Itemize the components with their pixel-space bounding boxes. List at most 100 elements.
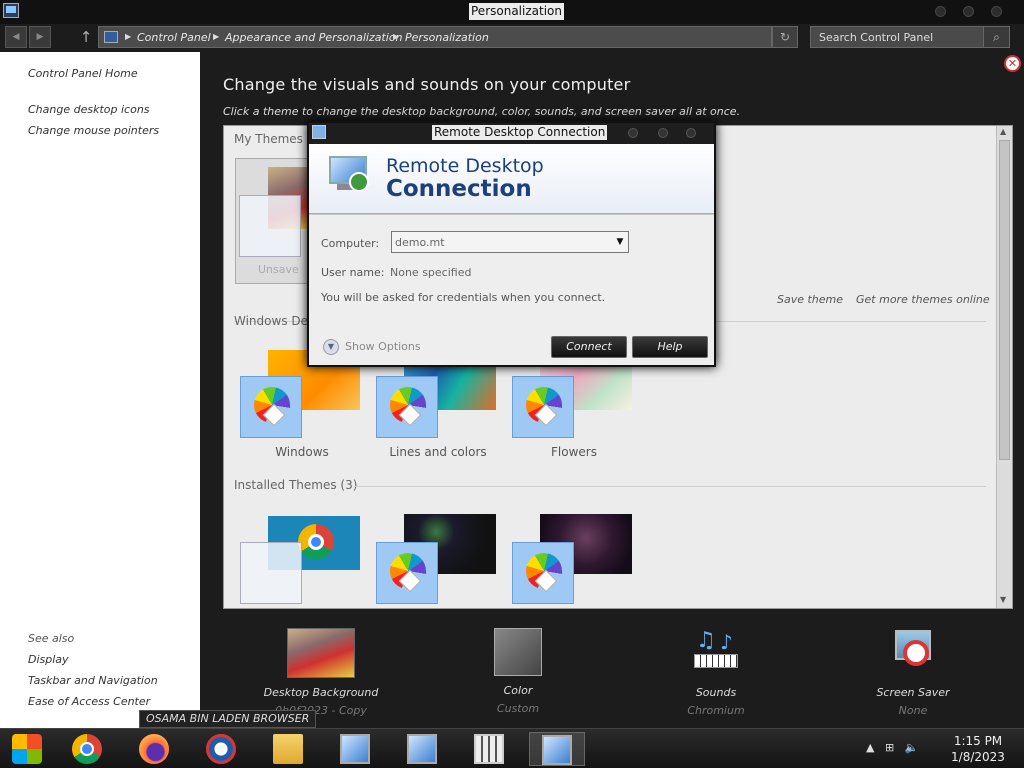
window-title: Personalization	[469, 3, 564, 20]
remote-desktop-active-icon	[542, 735, 572, 765]
chevron-down-icon[interactable]: ▼	[323, 339, 339, 355]
address-bar[interactable]: ▶ Control Panel ▶ Appearance and Persona…	[98, 26, 772, 48]
scroll-down-icon[interactable]: ▼	[1000, 595, 1006, 604]
scroll-up-icon[interactable]: ▲	[1000, 127, 1006, 136]
dialog-minimize-button[interactable]	[628, 128, 638, 138]
start-button[interactable]	[0, 732, 56, 766]
change-mouse-pointers-link[interactable]: Change mouse pointers	[28, 124, 159, 137]
theme-label: Windows	[275, 445, 329, 459]
volume-icon[interactable]: 🔈	[905, 741, 919, 754]
network-icon[interactable]: ⊞	[885, 741, 894, 754]
chrome-taskbar-button[interactable]	[60, 732, 116, 766]
desktop-background-tool[interactable]: Desktop Background 0b0f2023 - Copy	[251, 628, 391, 717]
color-fan-icon	[390, 387, 426, 423]
theme-label: Lines and colors	[389, 445, 487, 459]
unsaved-theme-item[interactable]: Unsave	[235, 158, 311, 284]
breadcrumb-personalization[interactable]: Personalization	[405, 31, 489, 44]
clock-date: 1/8/2023	[951, 750, 1005, 764]
save-theme-link[interactable]: Save theme	[777, 293, 843, 306]
installed-theme-chrome[interactable]	[238, 512, 366, 608]
color-swatch	[494, 628, 542, 676]
custom-browser-taskbar-button[interactable]	[194, 732, 250, 766]
computer-label: Computer:	[321, 237, 380, 250]
chrome-logo-icon	[298, 524, 334, 560]
search-icon[interactable]: ⌕	[983, 27, 1009, 47]
left-navigation: Control Panel Home Change desktop icons …	[0, 52, 200, 728]
maximize-button[interactable]	[963, 6, 974, 17]
taskbar-tooltip: OSAMA BIN LADEN BROWSER	[139, 710, 317, 728]
file-explorer-taskbar-button[interactable]	[261, 732, 317, 766]
chevron-right-icon[interactable]: ▶	[125, 32, 131, 41]
file-explorer-icon	[273, 734, 303, 764]
store-icon	[474, 734, 504, 764]
back-button[interactable]: ◀	[5, 26, 27, 48]
connect-button[interactable]: Connect	[551, 336, 627, 358]
window-titlebar: Personalization	[0, 0, 1024, 24]
taskbar-navigation-link[interactable]: Taskbar and Navigation	[28, 674, 158, 687]
search-placeholder: Search Control Panel	[819, 31, 934, 44]
show-options-toggle[interactable]: ▼ Show Options	[323, 339, 421, 355]
help-button[interactable]: Help	[632, 336, 708, 358]
store-taskbar-button[interactable]	[462, 732, 518, 766]
up-arrow-icon[interactable]: ↑	[78, 26, 94, 48]
dialog-title: Remote Desktop Connection	[432, 125, 608, 140]
forward-button[interactable]: ▶	[29, 26, 51, 48]
dialog-titlebar[interactable]: Remote Desktop Connection	[309, 123, 714, 144]
remote-desktop-icon	[312, 125, 326, 139]
remote-desktop-icon	[340, 734, 370, 764]
refresh-button[interactable]: ↻	[772, 26, 798, 48]
remote-desktop-icon	[407, 734, 437, 764]
theme-color-tile	[240, 376, 302, 438]
close-button[interactable]	[991, 6, 1002, 17]
chevron-right-icon[interactable]: ▶	[213, 32, 219, 41]
dialog-maximize-button[interactable]	[658, 128, 668, 138]
close-icon[interactable]: ✕	[1004, 55, 1021, 72]
tool-label: Color	[503, 684, 533, 697]
chrome-icon	[72, 734, 102, 764]
installed-theme-dark[interactable]	[374, 512, 502, 608]
chevron-down-icon[interactable]: ▼	[612, 232, 628, 252]
theme-color-tile	[239, 195, 301, 257]
dialog-close-button[interactable]	[686, 128, 696, 138]
clock[interactable]: 1:15 PM 1/8/2023	[940, 733, 1016, 765]
computer-combobox[interactable]: demo.mt ▼	[391, 231, 629, 253]
custom-browser-icon	[206, 734, 236, 764]
remote-desktop-taskbar-button[interactable]	[328, 732, 384, 766]
change-desktop-icons-link[interactable]: Change desktop icons	[28, 103, 150, 116]
chevron-right-icon[interactable]: ▶	[393, 32, 399, 41]
username-label: User name:	[321, 266, 385, 279]
remote-desktop-active-taskbar-button[interactable]	[529, 732, 585, 766]
banner-title-line2: Connection	[386, 176, 532, 202]
ease-of-access-link[interactable]: Ease of Access Center	[28, 695, 150, 708]
display-link[interactable]: Display	[28, 653, 69, 666]
installed-theme-galaxy[interactable]	[510, 512, 638, 608]
theme-label: Flowers	[551, 445, 597, 459]
username-value: None specified	[390, 266, 472, 279]
wallpaper-thumbnail	[287, 628, 355, 678]
address-toolbar: ◀ ▶ ↑ ▶ Control Panel ▶ Appearance and P…	[0, 24, 1024, 52]
firefox-taskbar-button[interactable]	[127, 732, 183, 766]
show-options-label: Show Options	[345, 340, 421, 353]
minimize-button[interactable]	[935, 6, 946, 17]
get-more-themes-link[interactable]: Get more themes online	[856, 293, 990, 306]
clock-time: 1:15 PM	[953, 734, 1003, 748]
screen-saver-tool[interactable]: Screen Saver None	[843, 628, 983, 717]
remote-desktop-taskbar-button-2[interactable]	[395, 732, 451, 766]
computer-value[interactable]: demo.mt	[395, 236, 445, 249]
scrollbar-thumb[interactable]	[999, 140, 1010, 460]
theme-color-tile	[512, 376, 574, 438]
theme-color-tile	[512, 542, 574, 604]
search-input[interactable]: Search Control Panel ⌕	[810, 26, 1010, 48]
vertical-scrollbar[interactable]: ▲ ▼	[996, 126, 1012, 608]
page-subtitle: Click a theme to change the desktop back…	[223, 105, 741, 118]
tool-label: Desktop Background	[263, 686, 379, 699]
control-panel-icon	[104, 31, 118, 43]
show-hidden-icons-icon[interactable]: ▲	[866, 741, 874, 754]
banner-divider	[309, 214, 714, 215]
breadcrumb-appearance[interactable]: Appearance and Personalization	[225, 31, 403, 44]
control-panel-home-link[interactable]: Control Panel Home	[28, 67, 138, 80]
sounds-tool[interactable]: ♫ ♪ Sounds Chromium	[646, 628, 786, 717]
tool-value: None	[898, 704, 928, 717]
breadcrumb-control-panel[interactable]: Control Panel	[137, 31, 211, 44]
color-tool[interactable]: Color Custom	[448, 628, 588, 715]
